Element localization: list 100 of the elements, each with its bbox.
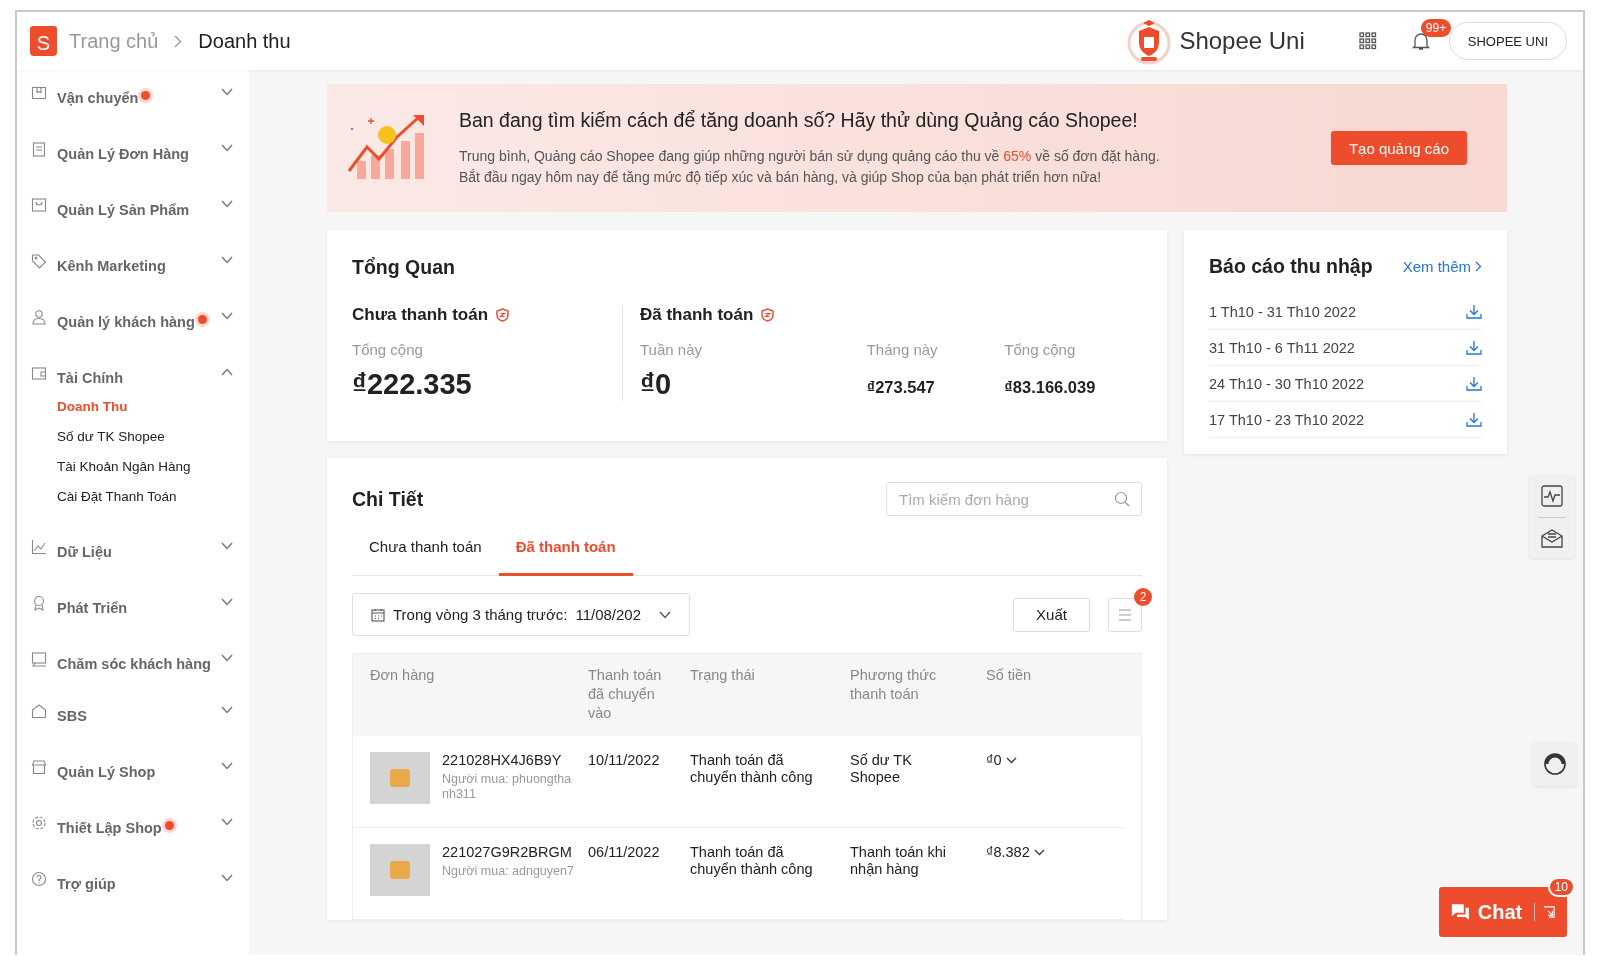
- chevron-down-icon: [221, 256, 233, 264]
- mail-icon[interactable]: [1541, 528, 1563, 548]
- chevron-right-icon: [1475, 261, 1482, 272]
- chevron-down-icon: [221, 144, 233, 152]
- chevron-down-icon: [1005, 756, 1017, 764]
- table-cell-text: Số dư TK Shopee: [850, 752, 913, 787]
- stat-label: Tổng cộng: [1004, 341, 1077, 358]
- headset-icon: [1541, 750, 1569, 778]
- column-header: Thanh toán đã chuyển vào: [588, 666, 663, 723]
- count-badge: 10: [1547, 877, 1575, 897]
- submenu-item[interactable]: Cài Đặt Thanh Toán: [57, 482, 249, 512]
- account-button[interactable]: SHOPEE UNI: [1448, 22, 1567, 60]
- create-ad-button[interactable]: Tạo quảng cáo: [1330, 131, 1467, 165]
- app-grid-icon[interactable]: [1358, 32, 1377, 50]
- download-icon[interactable]: [1466, 304, 1482, 319]
- table-cell-text: 10/11/2022: [588, 752, 661, 770]
- section-title: Chưa thanh toán: [352, 305, 489, 325]
- stat-value: ₫83.166.039: [1004, 378, 1097, 397]
- banner-title: Ban đang tìm kiếm cách để tăng doanh số? Hãy thử dùng Quảng cáo Shopee!: [459, 108, 1139, 132]
- amount-toggle[interactable]: ₫8.382: [986, 844, 1045, 860]
- stat-value: ₫0: [640, 368, 672, 401]
- chevron-down-icon: [221, 762, 233, 770]
- headset-button[interactable]: [1533, 742, 1577, 786]
- column-header: Đơn hàng: [370, 666, 436, 685]
- chevron-up-icon: [221, 368, 233, 376]
- person-icon: [31, 309, 47, 325]
- chat-icon: [31, 651, 47, 667]
- product-photo-placeholder: [370, 752, 430, 804]
- chevron-down-icon: [1033, 848, 1045, 856]
- sidebar-item[interactable]: Thiết Lập Shop: [17, 812, 249, 844]
- report-period: 1 Th10 - 31 Th10 2022: [1209, 303, 1356, 320]
- download-icon[interactable]: [1466, 376, 1482, 391]
- list-menu-button[interactable]: [1108, 597, 1142, 632]
- submenu-item[interactable]: Doanh Thu: [57, 392, 249, 422]
- card-title: Tổng Quan: [352, 256, 456, 279]
- sidebar-item[interactable]: Vận chuyển: [17, 82, 249, 114]
- column-header: Trạng thái: [690, 666, 756, 685]
- download-icon[interactable]: [1466, 412, 1482, 427]
- search-icon: [1114, 491, 1130, 507]
- notification-badge: 99+: [1420, 19, 1452, 37]
- bell-icon[interactable]: [1410, 31, 1431, 51]
- submenu-item[interactable]: Tài Khoản Ngân Hàng: [57, 452, 249, 482]
- column-header: Phương thức thanh toán: [850, 666, 938, 704]
- sidebar-item[interactable]: Kênh Marketing: [17, 250, 249, 282]
- sidebar-item[interactable]: Quản lý khách hàng: [17, 306, 249, 338]
- column-header: Số tiền: [986, 666, 1033, 685]
- help-icon: [31, 871, 47, 887]
- sidebar-item[interactable]: Quản Lý Sản Phẩm: [17, 194, 249, 226]
- box-icon: [31, 85, 47, 101]
- banner-text: Trung bình, Quảng cáo Shopee đang giúp những người bán sử dụng quảng cáo thu về 65% về số đơn đặt hàng.: [459, 146, 1161, 166]
- card-title: Báo cáo thu nhập: [1209, 255, 1373, 278]
- bag-icon: [31, 197, 47, 213]
- shield-icon: [496, 308, 510, 322]
- stat-label: Tổng cộng: [352, 341, 424, 358]
- chevron-down-icon: [221, 542, 233, 550]
- breadcrumb-link[interactable]: Doanh thu: [198, 29, 291, 53]
- medal-icon: [31, 595, 47, 611]
- chevron-right-icon: [174, 34, 183, 48]
- chevron-down-icon: [221, 200, 233, 208]
- buyer-name: Người mua: adnguyen7: [442, 864, 575, 879]
- chevron-down-icon: [221, 598, 233, 606]
- pulse-chart-icon[interactable]: [1541, 485, 1563, 507]
- tab[interactable]: Đã thanh toán: [498, 538, 633, 576]
- date-filter-dropdown[interactable]: Trong vòng 3 tháng trước: 11/08/202: [352, 593, 691, 636]
- amount-toggle[interactable]: ₫0: [986, 752, 1017, 768]
- order-id[interactable]: 221027G9R2BRGM: [442, 844, 577, 861]
- breadcrumb-link[interactable]: Trang chủ: [69, 29, 159, 53]
- order-id[interactable]: 221028HX4J6B9Y: [442, 752, 577, 769]
- sidebar-item[interactable]: Phát Triển: [17, 592, 249, 624]
- sidebar-item[interactable]: Quản Lý Shop: [17, 756, 249, 788]
- table-cell-text: Thanh toán đã chuyển thành công: [690, 844, 814, 879]
- download-icon[interactable]: [1466, 340, 1482, 355]
- tab[interactable]: Chưa thanh toán: [352, 538, 499, 576]
- chevron-down-icon: [221, 818, 233, 826]
- brand-name[interactable]: Shopee Uni: [1179, 27, 1305, 55]
- sidebar-item[interactable]: SBS: [17, 700, 249, 732]
- sidebar-item[interactable]: Trợ giúp: [17, 868, 249, 900]
- see-more-link[interactable]: Xem thêm: [1402, 258, 1482, 275]
- table-cell-text: 06/11/2022: [588, 844, 661, 862]
- product-photo-placeholder: [370, 844, 430, 896]
- stat-value: ₫273.547: [866, 378, 936, 397]
- sidebar-item[interactable]: Quản Lý Đơn Hàng: [17, 138, 249, 170]
- wallet-icon: [31, 365, 47, 381]
- sidebar-item[interactable]: Chăm sóc khách hàng: [17, 648, 249, 680]
- stat-label: Tuần này: [640, 341, 703, 358]
- chat-bubbles-icon: [1451, 902, 1470, 922]
- chevron-down-icon: [221, 874, 233, 882]
- banner-text: Bắt đầu ngay hôm nay để tăng mức độ tiếp xúc và bán hàng, và giúp Shop của bạn phát triển hơn nữa!: [459, 167, 1103, 187]
- sidebar-item[interactable]: Dữ Liệu: [17, 536, 249, 568]
- submenu-item[interactable]: Số dư TK Shopee: [57, 422, 249, 452]
- report-period: 24 Th10 - 30 Th10 2022: [1209, 375, 1365, 392]
- shield-icon: [761, 308, 775, 322]
- export-button[interactable]: Xuất: [1013, 597, 1090, 632]
- table-cell-text: Thanh toán đã chuyển thành công: [690, 752, 814, 787]
- sidebar-item[interactable]: Tài Chính: [17, 362, 249, 394]
- chart-icon: [31, 539, 47, 555]
- notification-dot: [141, 90, 151, 100]
- notification-dot: [197, 314, 207, 324]
- logo-icon[interactable]: S: [30, 26, 57, 56]
- search-field[interactable]: Tìm kiếm đơn hàng: [886, 482, 1142, 516]
